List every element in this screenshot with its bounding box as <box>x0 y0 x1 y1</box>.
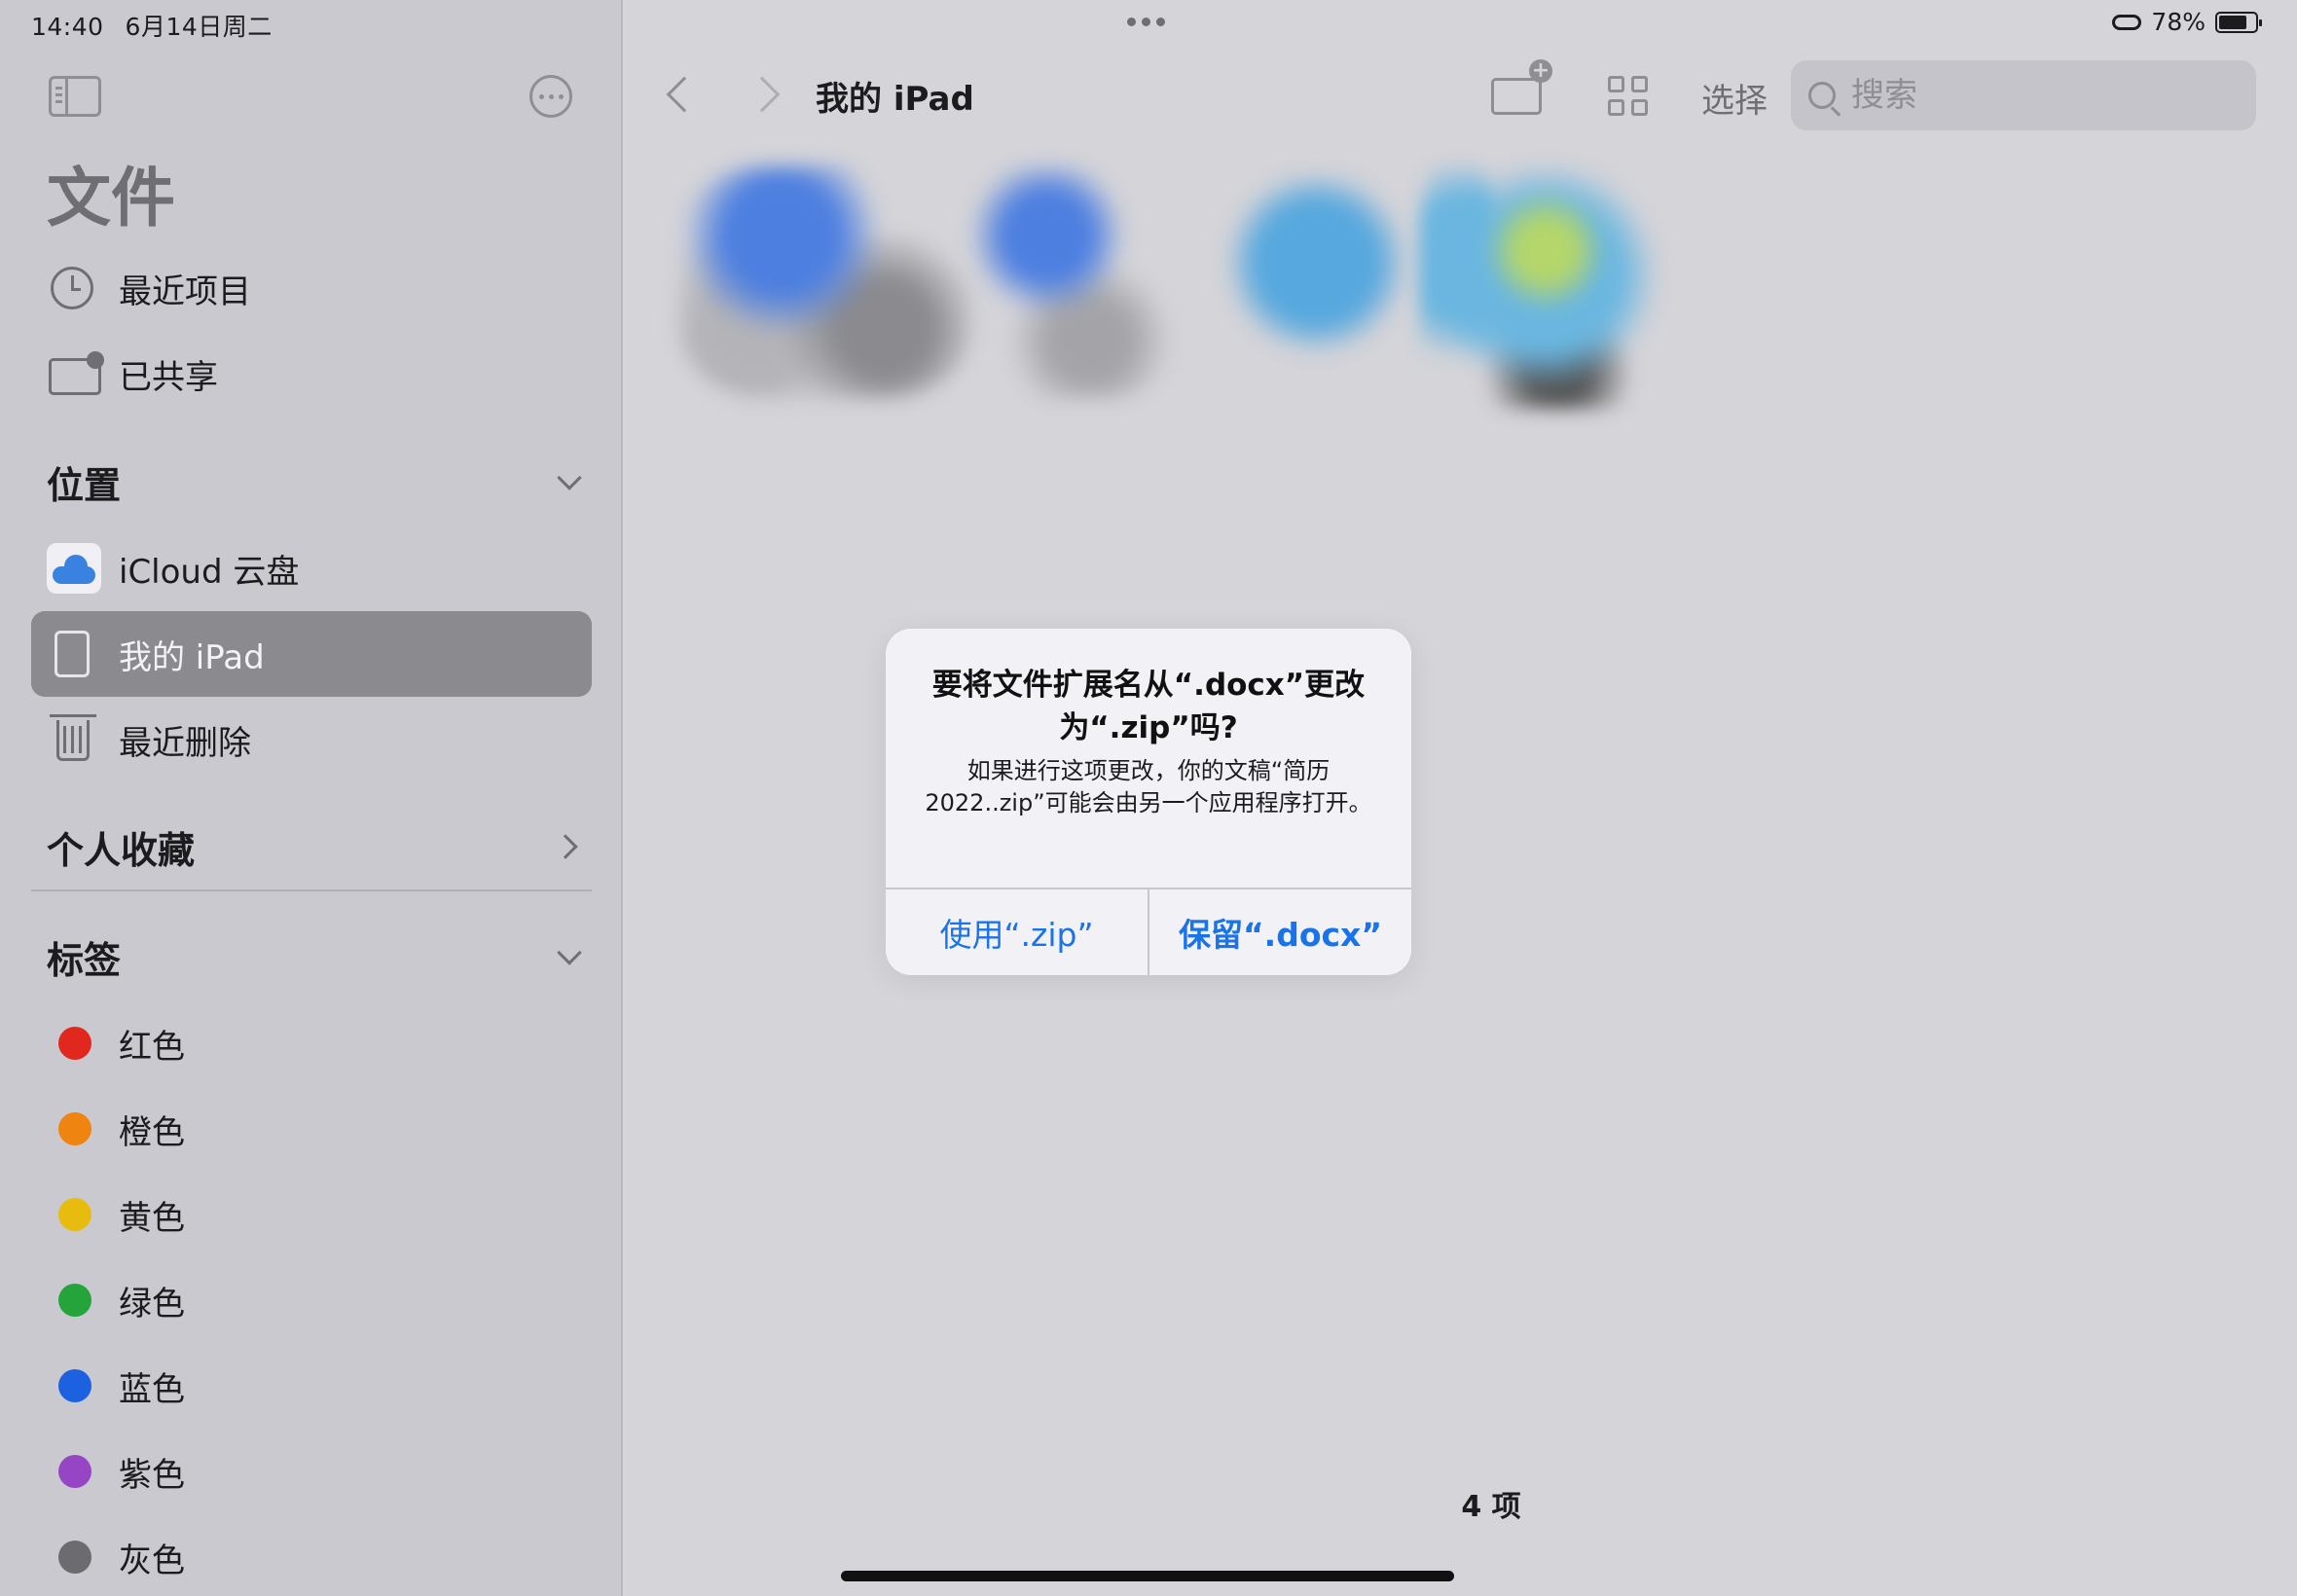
main-content: 78% 我的 iPad 选择 4 项 <box>625 0 2297 1596</box>
sidebar: 14:40 6月14日周二 文件 最近项目 已共享 位置 iCloud 云盘 我的… <box>0 0 623 1596</box>
sidebar-item-shared[interactable]: 已共享 <box>31 331 592 417</box>
sidebar-item-label: 我的 iPad <box>119 637 265 677</box>
search-bar[interactable] <box>1791 60 2256 130</box>
sidebar-item-label: 蓝色 <box>119 1369 185 1409</box>
status-date: 6月14日周二 <box>125 13 273 41</box>
status-bar-left: 14:40 6月14日周二 <box>31 8 294 43</box>
sidebar-title: 文件 <box>47 161 175 236</box>
section-title: 位置 <box>47 463 122 507</box>
sidebar-item-label: 已共享 <box>119 357 218 397</box>
tag-color-dot-icon <box>58 1541 91 1574</box>
section-header-locations[interactable]: 位置 <box>47 448 592 516</box>
shared-folder-icon <box>49 351 104 395</box>
sidebar-item-label: 红色 <box>119 1027 185 1067</box>
tag-color-dot-icon <box>58 1198 91 1231</box>
sidebar-item-icloud[interactable]: iCloud 云盘 <box>31 526 592 611</box>
location-title: 我的 iPad <box>816 80 974 119</box>
chevron-right-icon <box>553 834 578 859</box>
sidebar-item-label: iCloud 云盘 <box>119 552 300 592</box>
sidebar-item-label: 黄色 <box>119 1198 185 1238</box>
divider <box>31 889 592 891</box>
sidebar-item-label: 橙色 <box>119 1112 185 1152</box>
sidebar-item-label: 绿色 <box>119 1284 185 1324</box>
home-indicator[interactable] <box>841 1571 1454 1581</box>
sidebar-item-my-ipad[interactable]: 我的 iPad <box>31 611 592 697</box>
sidebar-tag-item[interactable]: 黄色 <box>31 1172 592 1257</box>
status-bar-right: 78% <box>2112 8 2262 36</box>
section-header-favorites[interactable]: 个人收藏 <box>47 813 592 881</box>
section-header-tags[interactable]: 标签 <box>47 923 592 991</box>
multitasking-icon[interactable] <box>1127 18 1165 26</box>
clock-icon <box>51 267 93 309</box>
ipad-icon <box>55 631 90 677</box>
search-icon <box>1808 82 1836 109</box>
sidebar-item-label: 紫色 <box>119 1455 185 1495</box>
sidebar-tag-item[interactable]: 灰色 <box>31 1514 592 1596</box>
search-input[interactable] <box>1851 76 2241 115</box>
alert-title: 要将文件扩展名从“.docx”更改为“.zip”吗? <box>931 668 1366 745</box>
tag-color-dot-icon <box>58 1369 91 1402</box>
sidebar-item-recently-deleted[interactable]: 最近删除 <box>31 697 592 782</box>
item-count: 4 项 <box>1461 1490 1521 1524</box>
sidebar-tag-item[interactable]: 紫色 <box>31 1429 592 1514</box>
battery-percentage: 78% <box>2151 8 2206 36</box>
file-thumbnail[interactable] <box>962 165 1176 399</box>
forward-chevron-icon[interactable] <box>744 76 781 113</box>
file-grid <box>660 146 1497 448</box>
grid-view-icon[interactable] <box>1608 76 1649 117</box>
tag-color-dot-icon <box>58 1284 91 1317</box>
sidebar-tag-item[interactable]: 绿色 <box>31 1257 592 1343</box>
rename-extension-alert: 要将文件扩展名从“.docx”更改为“.zip”吗? 如果进行这项更改，你的文稿… <box>886 629 1411 975</box>
file-grid-overflow <box>1419 146 1682 448</box>
sidebar-item-label: 最近删除 <box>119 723 251 763</box>
section-title: 个人收藏 <box>47 828 196 872</box>
icloud-icon <box>47 543 101 594</box>
trash-icon <box>50 714 96 761</box>
sidebar-item-recents[interactable]: 最近项目 <box>31 245 592 331</box>
status-time: 14:40 <box>31 13 104 41</box>
file-thumbnail[interactable] <box>1205 175 1429 370</box>
keep-docx-button[interactable]: 保留“.docx” <box>1149 889 1411 975</box>
file-thumbnail[interactable] <box>679 165 971 399</box>
tag-color-dot-icon <box>58 1112 91 1145</box>
select-button[interactable]: 选择 <box>1701 74 1768 122</box>
link-icon <box>2112 14 2142 30</box>
sidebar-tag-item[interactable]: 红色 <box>31 1000 592 1086</box>
sidebar-tag-item[interactable]: 橙色 <box>31 1086 592 1172</box>
alert-message: 如果进行这项更改，你的文稿“简历2022..zip”可能会由另一个应用程序打开。 <box>925 757 1372 816</box>
battery-icon <box>2215 11 2262 33</box>
sidebar-item-label: 灰色 <box>119 1541 185 1580</box>
sidebar-item-label: 最近项目 <box>119 272 251 311</box>
section-title: 标签 <box>47 938 122 982</box>
sidebar-tag-item[interactable]: 蓝色 <box>31 1343 592 1429</box>
sidebar-toggle-icon[interactable] <box>49 76 101 117</box>
more-options-icon[interactable] <box>529 75 572 118</box>
use-zip-button[interactable]: 使用“.zip” <box>886 889 1148 975</box>
tag-color-dot-icon <box>58 1455 91 1488</box>
tag-color-dot-icon <box>58 1027 91 1060</box>
chevron-down-icon <box>557 940 582 965</box>
file-thumbnail[interactable] <box>1419 165 1672 409</box>
back-chevron-icon[interactable] <box>666 76 703 113</box>
files-app-screen: 14:40 6月14日周二 文件 最近项目 已共享 位置 iCloud 云盘 我的… <box>0 0 2297 1596</box>
chevron-down-icon <box>557 465 582 490</box>
new-folder-icon[interactable] <box>1491 59 1552 115</box>
